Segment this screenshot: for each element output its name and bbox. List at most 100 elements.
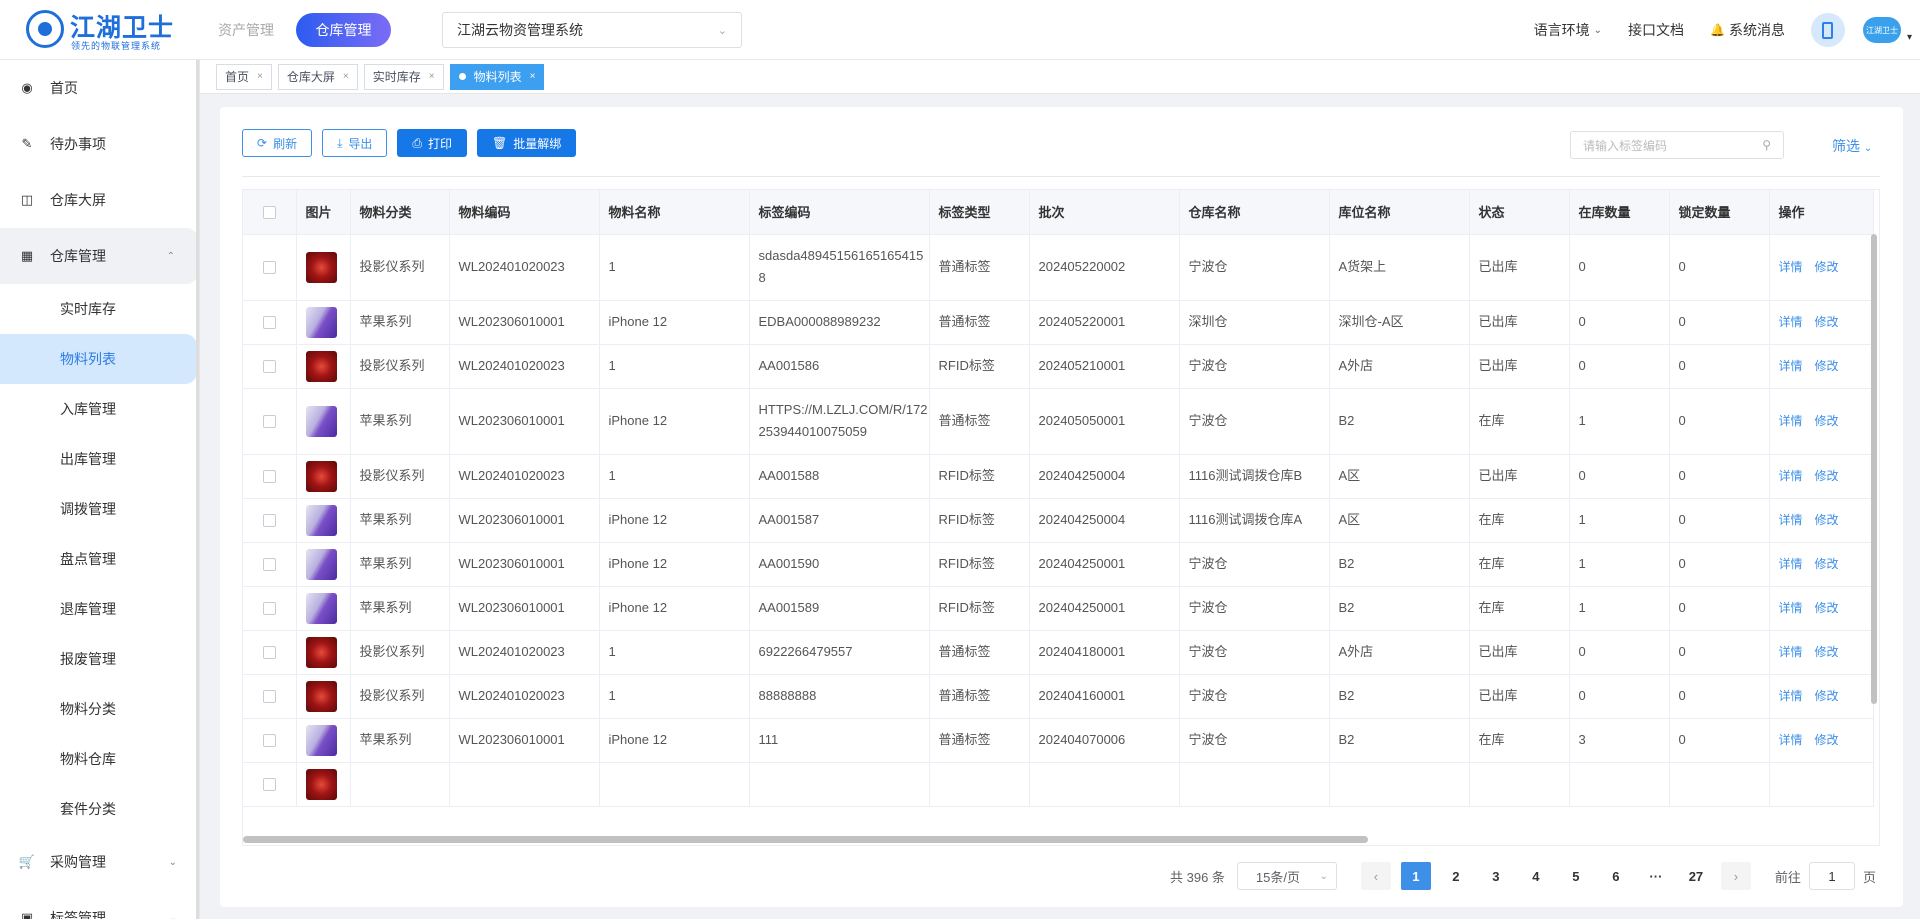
refresh-button[interactable]: ⟳ 刷新 xyxy=(242,129,313,157)
sidebar-subitem-realtime-stock[interactable]: 实时库存 xyxy=(0,284,199,334)
print-button[interactable]: ⎙ 打印 xyxy=(397,129,468,157)
close-icon[interactable]: × xyxy=(257,71,263,82)
tab-warehouse-screen[interactable]: 仓库大屏 × xyxy=(277,63,358,90)
row-checkbox[interactable] xyxy=(243,498,297,543)
vertical-scrollbar[interactable] xyxy=(1871,234,1877,704)
product-thumbnail[interactable] xyxy=(305,724,337,756)
detail-link[interactable]: 详情 xyxy=(1779,315,1803,329)
row-checkbox[interactable] xyxy=(243,454,297,499)
product-thumbnail[interactable] xyxy=(305,405,337,437)
page-button-2[interactable]: 2 xyxy=(1440,862,1471,890)
sidebar-subitem-material-warehouse[interactable]: 物料仓库 xyxy=(0,734,199,784)
edit-link[interactable]: 修改 xyxy=(1815,414,1839,428)
sidebar-subitem-scrap[interactable]: 报废管理 xyxy=(0,634,199,684)
page-size-select[interactable]: 15条/页 ⌄ xyxy=(1236,862,1337,890)
system-select[interactable]: 江湖云物资管理系统 ⌄ xyxy=(442,12,742,48)
close-icon[interactable]: × xyxy=(429,71,435,82)
page-button-6[interactable]: 6 xyxy=(1600,862,1631,890)
table-row[interactable]: 投影仪系列 WL202401020023 1 sdasda48945156165165… xyxy=(243,234,1874,301)
edit-link[interactable]: 修改 xyxy=(1815,260,1839,274)
sidebar-subitem-material-list[interactable]: 物料列表 xyxy=(0,334,197,384)
sidebar-subitem-inbound[interactable]: 入库管理 xyxy=(0,384,199,434)
batch-unbind-button[interactable]: 🗑 批量解绑 xyxy=(477,129,577,157)
goto-page-input[interactable]: 1 xyxy=(1808,862,1855,890)
edit-link[interactable]: 修改 xyxy=(1815,645,1839,659)
page-ellipsis[interactable]: ··· xyxy=(1640,862,1671,890)
sidebar-item-purchase[interactable]: 🛒 采购管理 ⌄ xyxy=(0,834,199,890)
sidebar-subitem-return[interactable]: 退库管理 xyxy=(0,584,199,634)
detail-link[interactable]: 详情 xyxy=(1779,513,1803,527)
row-checkbox[interactable] xyxy=(243,586,297,631)
row-checkbox[interactable] xyxy=(243,674,297,719)
sidebar-item-label-management[interactable]: ▣ 标签管理 ⌄ xyxy=(0,890,199,919)
app-logo[interactable]: 江湖卫士 领先的物联管理系统 xyxy=(26,8,186,52)
close-icon[interactable]: × xyxy=(530,71,536,82)
sidebar-item-todo[interactable]: ✎ 待办事项 xyxy=(0,116,199,172)
sidebar-item-warehouse[interactable]: ▦ 仓库管理 ⌃ xyxy=(0,228,197,284)
table-row[interactable]: 苹果系列 WL202306010001 iPhone 12 EDBA000088989… xyxy=(243,300,1874,345)
row-checkbox[interactable] xyxy=(243,630,297,675)
detail-link[interactable]: 详情 xyxy=(1779,414,1803,428)
row-checkbox[interactable] xyxy=(243,234,297,301)
mobile-app-button[interactable] xyxy=(1810,13,1845,47)
table-row[interactable]: 苹果系列 WL202306010001 iPhone 12 HTTPS://M.LZL… xyxy=(243,388,1874,455)
sidebar-subitem-material-category[interactable]: 物料分类 xyxy=(0,684,199,734)
product-thumbnail[interactable] xyxy=(305,350,337,382)
product-thumbnail[interactable] xyxy=(305,504,337,536)
tab-material-list[interactable]: 物料列表 × xyxy=(449,63,545,90)
search-icon[interactable]: ⚲ xyxy=(1762,138,1771,152)
edit-link[interactable]: 修改 xyxy=(1815,601,1839,615)
tab-realtime-stock[interactable]: 实时库存 × xyxy=(363,63,444,90)
sidebar-subitem-kit-category[interactable]: 套件分类 xyxy=(0,784,199,834)
close-icon[interactable]: × xyxy=(343,71,349,82)
sidebar-subitem-transfer[interactable]: 调拨管理 xyxy=(0,484,199,534)
product-thumbnail[interactable] xyxy=(305,680,337,712)
row-checkbox[interactable] xyxy=(243,542,297,587)
detail-link[interactable]: 详情 xyxy=(1779,260,1803,274)
nav-warehouse-management[interactable]: 仓库管理 xyxy=(296,13,391,47)
row-checkbox[interactable] xyxy=(243,388,297,455)
edit-link[interactable]: 修改 xyxy=(1815,689,1839,703)
detail-link[interactable]: 详情 xyxy=(1779,557,1803,571)
detail-link[interactable]: 详情 xyxy=(1779,469,1803,483)
filter-button[interactable]: 筛选 ⌄ xyxy=(1832,136,1872,156)
product-thumbnail[interactable] xyxy=(305,548,337,580)
product-thumbnail[interactable] xyxy=(305,636,337,668)
detail-link[interactable]: 详情 xyxy=(1779,601,1803,615)
horizontal-scrollbar[interactable] xyxy=(243,836,1368,843)
detail-link[interactable]: 详情 xyxy=(1779,359,1803,373)
export-button[interactable]: ⤓ 导出 xyxy=(322,129,388,157)
row-checkbox[interactable] xyxy=(243,344,297,389)
tab-home[interactable]: 首页 × xyxy=(216,63,272,90)
sidebar-subitem-inventory-check[interactable]: 盘点管理 xyxy=(0,534,199,584)
nav-asset-management[interactable]: 资产管理 xyxy=(218,20,274,40)
sidebar-item-screen[interactable]: ◫ 仓库大屏 xyxy=(0,172,199,228)
product-thumbnail[interactable] xyxy=(305,251,337,283)
detail-link[interactable]: 详情 xyxy=(1779,645,1803,659)
detail-link[interactable]: 详情 xyxy=(1779,689,1803,703)
product-thumbnail[interactable] xyxy=(305,306,337,338)
next-page-button[interactable]: › xyxy=(1720,862,1751,890)
page-button-1[interactable]: 1 xyxy=(1400,862,1431,890)
select-all-checkbox[interactable] xyxy=(243,190,297,235)
page-button-5[interactable]: 5 xyxy=(1560,862,1591,890)
table-row[interactable]: 投影仪系列 WL202401020023 1 AA001586 RFID标签 202405… xyxy=(243,344,1874,389)
page-button-27[interactable]: 27 xyxy=(1680,862,1711,890)
edit-link[interactable]: 修改 xyxy=(1815,733,1839,747)
row-checkbox[interactable] xyxy=(243,718,297,763)
table-row[interactable] xyxy=(243,762,1874,807)
sidebar-item-home[interactable]: ◉ 首页 xyxy=(0,60,199,116)
table-row[interactable]: 苹果系列 WL202306010001 iPhone 12 AA001589 RFID标… xyxy=(243,586,1874,631)
table-row[interactable]: 投影仪系列 WL202401020023 1 6922266479557 普通标签 202… xyxy=(243,630,1874,675)
page-button-3[interactable]: 3 xyxy=(1480,862,1511,890)
table-row[interactable]: 投影仪系列 WL202401020023 1 88888888 普通标签 20240416… xyxy=(243,674,1874,719)
row-checkbox[interactable] xyxy=(243,300,297,345)
tag-search-input[interactable]: 请输入标签编码 ⚲ xyxy=(1570,131,1784,159)
edit-link[interactable]: 修改 xyxy=(1815,557,1839,571)
row-checkbox[interactable] xyxy=(243,762,297,807)
edit-link[interactable]: 修改 xyxy=(1815,315,1839,329)
avatar[interactable]: 江湖卫士 xyxy=(1862,17,1901,43)
caret-down-icon[interactable]: ▾ xyxy=(1907,32,1912,43)
api-docs-link[interactable]: 接口文档 xyxy=(1628,20,1684,40)
system-messages[interactable]: 🔔 系统消息 xyxy=(1710,20,1785,40)
